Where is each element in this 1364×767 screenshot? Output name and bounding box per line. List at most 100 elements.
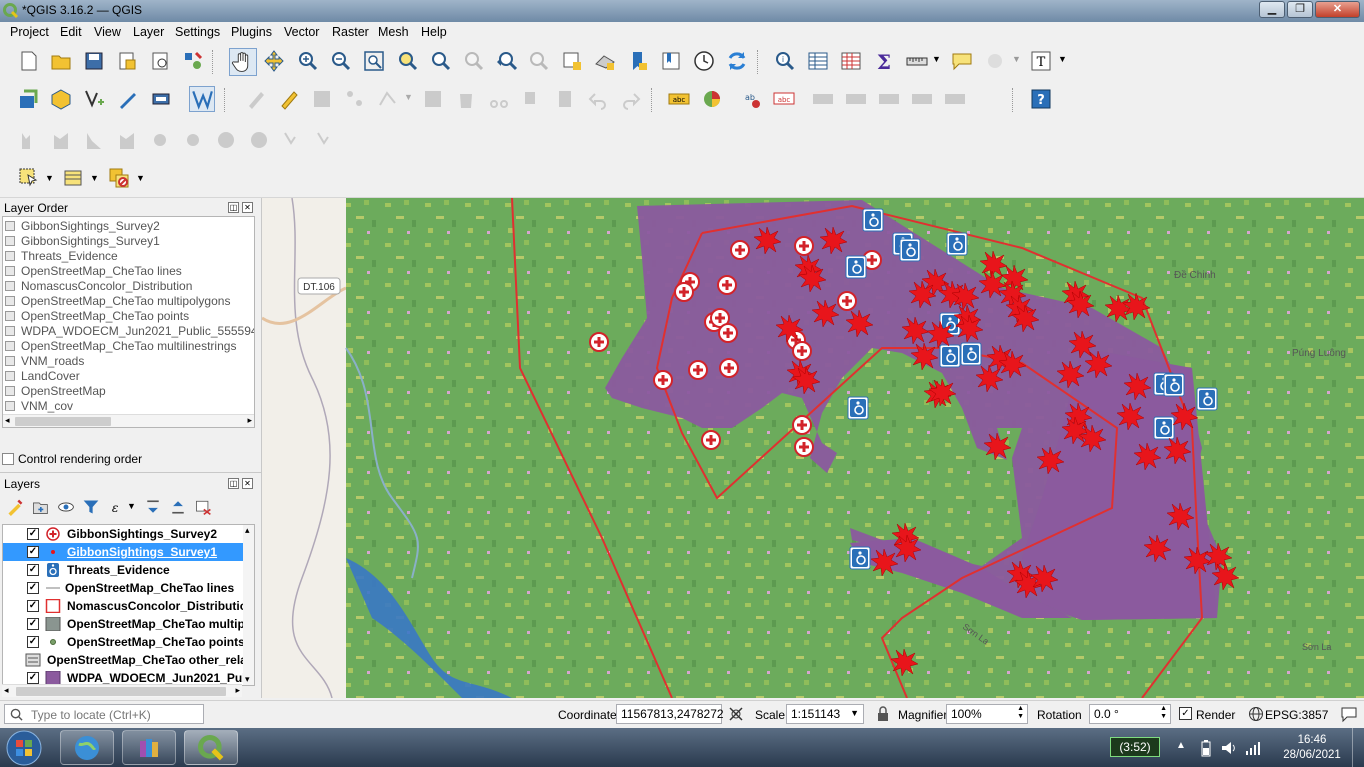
scrollbar-thumb[interactable] (15, 417, 111, 426)
layer-visibility-checkbox[interactable]: ✓ (27, 528, 39, 540)
paste-features-icon[interactable] (554, 88, 576, 110)
map-rendering[interactable]: DT.106 Đề Chinh Púng Luông Sơn La Sơn La (262, 198, 1364, 698)
layer-visibility-checkbox[interactable]: ✓ (27, 600, 39, 612)
statistical-summary-icon[interactable] (840, 50, 862, 72)
sighting-survey2-marker[interactable] (700, 429, 722, 451)
sighting-survey2-marker[interactable] (716, 274, 738, 296)
vertex-tool-dropdown-arrow-icon[interactable]: ▼ (404, 92, 413, 102)
layers-close-button[interactable]: ✕ (242, 478, 253, 489)
adv-digitize-tool-3-icon[interactable] (83, 129, 105, 151)
scroll-left-arrow-icon[interactable]: ◂ (4, 685, 9, 696)
layers-float-button[interactable]: ◫ (228, 478, 239, 489)
toggle-extents-icon[interactable] (728, 706, 744, 722)
redo-icon[interactable] (620, 88, 642, 110)
zoom-in-icon[interactable] (297, 50, 319, 72)
zoom-to-layer-icon[interactable] (429, 50, 451, 72)
select-features-icon[interactable] (18, 167, 40, 189)
clock-date[interactable]: 28/06/2021 (1282, 749, 1342, 761)
render-checkbox[interactable]: ✓ (1179, 707, 1192, 720)
rotate-label-icon[interactable] (878, 88, 900, 110)
layer-item-osm-chetao-lines[interactable]: ✓ OpenStreetMap_CheTao lines (3, 579, 243, 597)
threat-marker[interactable] (960, 342, 982, 366)
layer-order-close-button[interactable]: ✕ (242, 202, 253, 213)
layer-visibility-checkbox[interactable]: ✓ (27, 672, 39, 684)
scrollbar-thumb[interactable] (16, 687, 226, 696)
add-group-icon[interactable] (31, 498, 49, 516)
threat-marker[interactable] (1196, 387, 1218, 411)
scale-combobox[interactable]: 1:151143 ▼ (786, 704, 864, 724)
remove-layer-icon[interactable] (194, 498, 212, 516)
threat-marker[interactable] (946, 232, 968, 256)
battery-icon[interactable] (1199, 739, 1213, 757)
sighting-survey2-marker[interactable] (717, 322, 739, 344)
layer-order-item[interactable]: OpenStreetMap_CheTao multilinestrings (5, 339, 236, 354)
sighting-survey2-marker[interactable] (793, 436, 815, 458)
pin-unpin-labels-icon[interactable]: abc (773, 88, 795, 110)
map-canvas[interactable]: DT.106 Đề Chinh Púng Luông Sơn La Sơn La (262, 198, 1364, 698)
layers-horizontal-scrollbar[interactable]: ◂ ▸ (2, 684, 242, 697)
new-project-icon[interactable] (18, 50, 40, 72)
threat-marker[interactable] (1163, 373, 1185, 397)
sighting-survey2-marker[interactable] (793, 235, 815, 257)
scroll-right-arrow-icon[interactable]: ▸ (247, 415, 252, 426)
zoom-to-selection-icon[interactable] (396, 50, 418, 72)
zoom-last-icon[interactable] (495, 50, 517, 72)
menu-settings[interactable]: Settings (175, 25, 220, 39)
text-annotation-icon[interactable]: T (1030, 50, 1052, 72)
menu-raster[interactable]: Raster (332, 25, 369, 39)
show-spatial-bookmarks-icon[interactable] (660, 50, 682, 72)
layer-order-item[interactable]: Threats_Evidence (5, 249, 118, 264)
adv-digitize-tool-10-icon[interactable] (315, 129, 337, 151)
threat-marker[interactable] (939, 344, 961, 368)
locator-search-input[interactable]: Type to locate (Ctrl+K) (4, 704, 204, 724)
menu-edit[interactable]: Edit (60, 25, 82, 39)
layer-item-osm-chetao-points[interactable]: ✓ OpenStreetMap_CheTao points (3, 633, 243, 651)
scale-dropdown-arrow-icon[interactable]: ▼ (850, 708, 859, 718)
layer-visibility-checkbox[interactable]: ✓ (27, 546, 39, 558)
zoom-full-icon[interactable] (363, 50, 385, 72)
modify-attributes-icon[interactable] (422, 88, 444, 110)
layer-visibility-checkbox[interactable]: ✓ (27, 582, 39, 594)
manage-map-themes-icon[interactable] (57, 498, 75, 516)
deselect-features-icon[interactable] (108, 167, 130, 189)
show-hidden-icons-arrow-icon[interactable]: ▲ (1176, 740, 1186, 751)
scroll-down-arrow-icon[interactable]: ▾ (245, 674, 250, 685)
select-by-value-icon[interactable] (63, 167, 85, 189)
temporal-controller-icon[interactable] (693, 50, 715, 72)
rotation-spinbox[interactable]: 0.0 ° ▲ ▼ (1089, 704, 1171, 724)
cut-features-icon[interactable] (488, 88, 510, 110)
crs-globe-icon[interactable] (1248, 706, 1264, 722)
adv-digitize-tool-5-icon[interactable] (149, 129, 171, 151)
pan-map-icon[interactable] (229, 48, 257, 76)
control-rendering-order-box[interactable] (2, 453, 14, 465)
undo-icon[interactable] (587, 88, 609, 110)
zoom-out-icon[interactable] (330, 50, 352, 72)
threat-marker[interactable] (899, 238, 921, 262)
change-label-icon[interactable] (911, 88, 933, 110)
menu-plugins[interactable]: Plugins (231, 25, 272, 39)
layer-order-item[interactable]: NomascusConcolor_Distribution (5, 279, 192, 294)
help-contents-icon[interactable]: ? (1030, 88, 1052, 110)
label-properties-icon[interactable] (944, 88, 966, 110)
toggle-editing-icon[interactable] (278, 88, 300, 110)
layer-order-item[interactable]: OpenStreetMap_CheTao points (5, 309, 189, 324)
sighting-survey2-marker[interactable] (673, 281, 695, 303)
decorations-icon[interactable] (984, 50, 1006, 72)
pan-to-selection-icon[interactable] (263, 50, 285, 72)
layer-order-item[interactable]: OpenStreetMap_CheTao multipolygons (5, 294, 230, 309)
open-project-icon[interactable] (50, 50, 72, 72)
move-label-icon[interactable] (845, 88, 867, 110)
zoom-next-icon[interactable] (528, 50, 550, 72)
taskbar-qgis-button[interactable] (184, 730, 238, 765)
sighting-survey2-marker[interactable] (588, 331, 610, 353)
identify-features-icon[interactable]: i (774, 50, 796, 72)
threat-marker[interactable] (1153, 416, 1175, 440)
scroll-right-arrow-icon[interactable]: ▸ (235, 685, 240, 696)
adv-digitize-tool-2-icon[interactable] (50, 129, 72, 151)
highlight-pinned-labels-icon[interactable]: ab (740, 88, 762, 110)
layer-order-item[interactable]: OpenStreetMap (5, 384, 106, 399)
add-geopackage-layer-icon[interactable] (50, 88, 72, 110)
deselect-dropdown-arrow-icon[interactable]: ▼ (136, 173, 145, 183)
add-feature-icon[interactable] (344, 88, 366, 110)
layer-item-threats-evidence[interactable]: ✓ Threats_Evidence (3, 561, 243, 579)
